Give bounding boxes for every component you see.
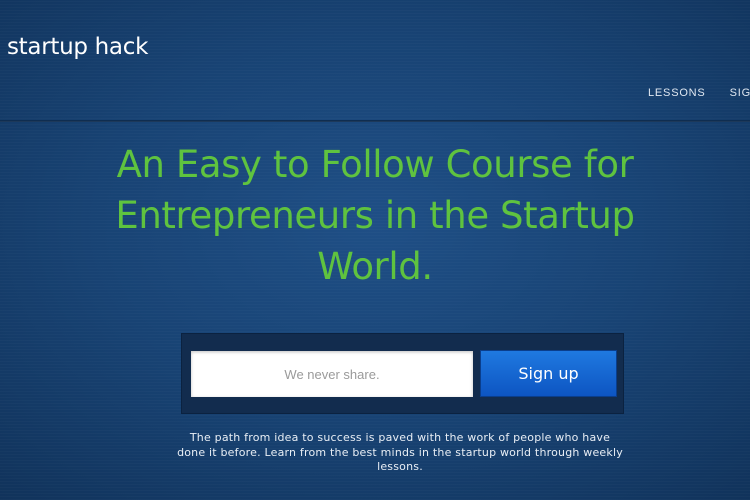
signup-form: Sign up xyxy=(181,333,624,414)
logo-text[interactable]: startup hack xyxy=(7,34,148,60)
site-header: startup hack LESSONS SIGN xyxy=(0,0,750,121)
hero-headline: An Easy to Follow Course for Entrepreneu… xyxy=(115,143,635,288)
email-input[interactable] xyxy=(191,351,473,397)
nav-item-lessons[interactable]: LESSONS xyxy=(648,87,706,99)
main-nav: LESSONS SIGN xyxy=(648,87,750,99)
header-divider xyxy=(0,120,750,122)
tagline-text: The path from idea to success is paved w… xyxy=(177,431,623,473)
nav-item-sign[interactable]: SIGN xyxy=(730,87,750,99)
signup-button[interactable]: Sign up xyxy=(480,350,617,397)
